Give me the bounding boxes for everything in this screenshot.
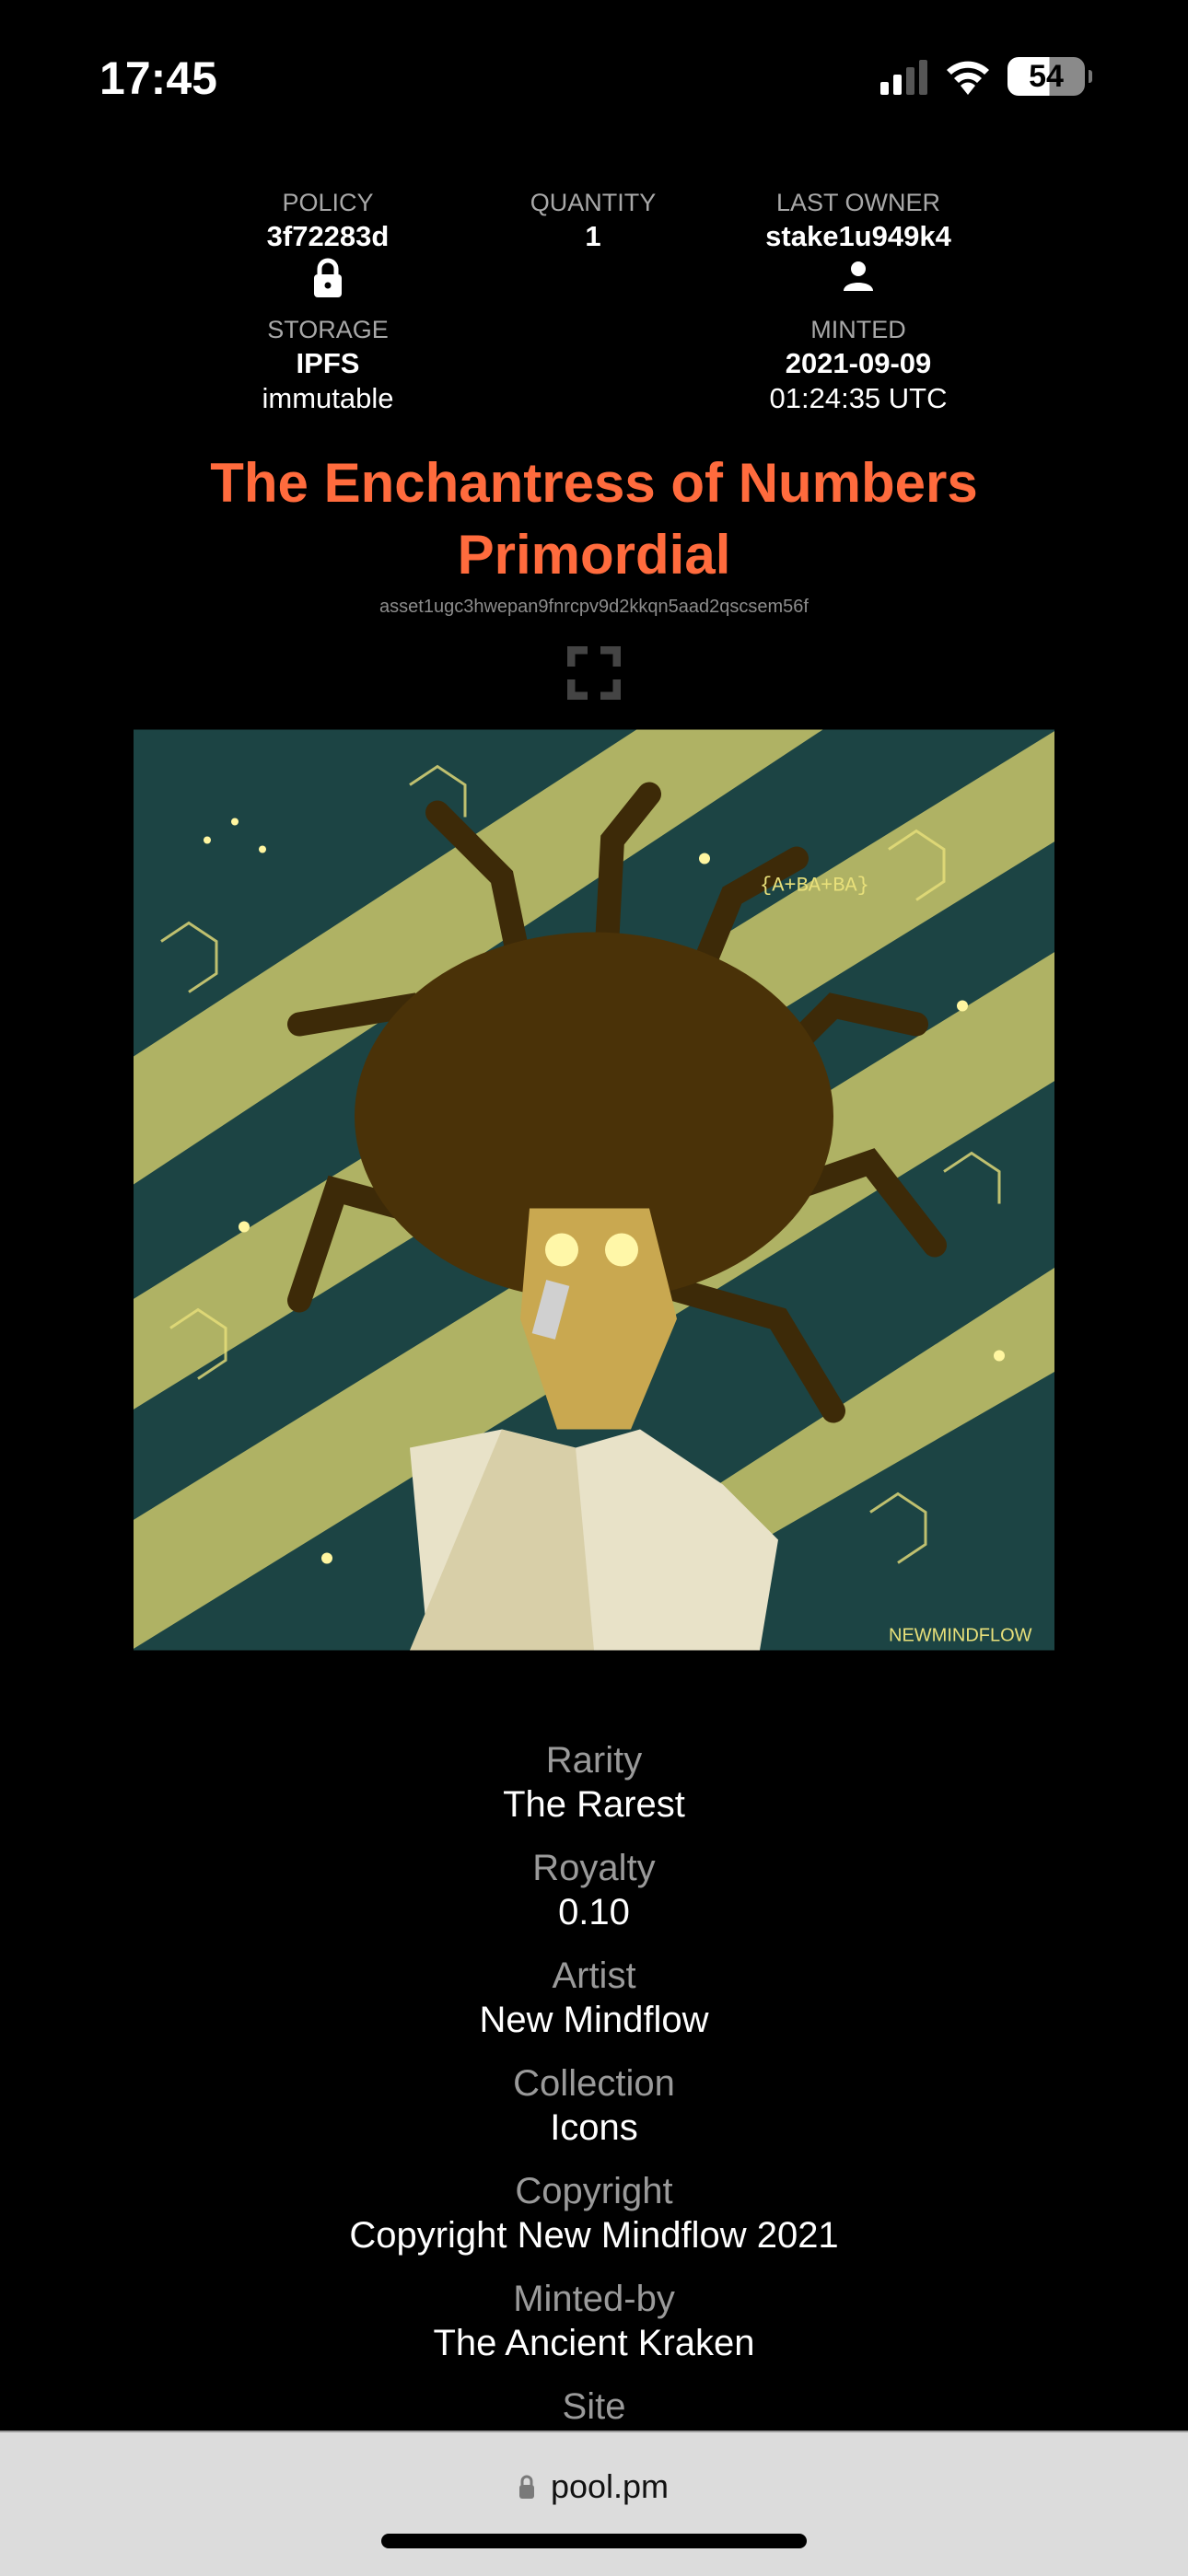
field-label: Minted-by xyxy=(513,2279,675,2319)
minted-time: 01:24:35 UTC xyxy=(769,382,948,414)
minted-block: MINTED 2021-09-09 01:24:35 UTC xyxy=(711,313,1006,416)
asset-title-line1: The Enchantress of Numbers xyxy=(210,452,978,514)
minted-date: 2021-09-09 xyxy=(785,347,932,379)
user-icon xyxy=(844,261,873,291)
field-label: Copyright xyxy=(515,2171,673,2211)
asset-title: The Enchantress of Numbers Primordial xyxy=(0,447,1188,591)
field-label: Artist xyxy=(552,1955,636,1996)
storage-label: STORAGE xyxy=(267,316,389,343)
storage-sub: immutable xyxy=(262,382,394,414)
lock-icon xyxy=(518,2475,534,2499)
asset-title-line2: Primordial xyxy=(457,524,731,586)
quantity-value: 1 xyxy=(585,220,601,252)
last-owner-value[interactable]: stake1u949k4 xyxy=(711,219,1006,254)
field-value: Copyright New Mindflow 2021 xyxy=(349,2215,839,2256)
field-rarity: Rarity The Rarest xyxy=(0,1738,1188,1846)
signal-icon xyxy=(880,60,927,95)
artwork-signature: NEWMINDFLOW xyxy=(889,1626,1032,1646)
policy-block[interactable]: POLICY 3f72283d xyxy=(181,186,475,303)
field-label: Collection xyxy=(513,2063,675,2104)
url-text[interactable]: pool.pm xyxy=(551,2467,669,2506)
asset-id: asset1ugc3hwepan9fnrcpv9d2kkqn5aad2qscse… xyxy=(379,597,809,617)
field-value: Icons xyxy=(550,2107,638,2148)
last-owner-block[interactable]: LAST OWNER stake1u949k4 xyxy=(711,186,1006,297)
artwork-image[interactable]: {A+BA+BA} NEWMINDFLOW xyxy=(134,729,1054,1651)
artwork-formula-text: {A+BA+BA} xyxy=(760,875,869,898)
fullscreen-icon[interactable] xyxy=(567,646,621,700)
field-collection: Collection Icons xyxy=(0,2061,1188,2169)
status-time: 17:45 xyxy=(99,52,217,104)
field-value: 0.10 xyxy=(558,1892,630,1932)
storage-block: STORAGE IPFS immutable xyxy=(181,313,475,416)
wifi-icon xyxy=(947,61,989,95)
home-indicator[interactable] xyxy=(381,2534,807,2548)
minted-label: MINTED xyxy=(810,316,906,343)
browser-address-bar[interactable]: pool.pm xyxy=(0,2431,1188,2576)
quantity-label: QUANTITY xyxy=(530,189,657,216)
storage-value: IPFS xyxy=(296,347,360,379)
field-value: The Ancient Kraken xyxy=(433,2323,755,2363)
lock-icon xyxy=(314,258,342,297)
policy-label: POLICY xyxy=(282,189,374,216)
quantity-block: QUANTITY 1 xyxy=(446,186,740,254)
field-copyright: Copyright Copyright New Mindflow 2021 xyxy=(0,2169,1188,2277)
field-royalty: Royalty 0.10 xyxy=(0,1846,1188,1954)
policy-value[interactable]: 3f72283d xyxy=(181,219,475,254)
field-minted-by: Minted-by The Ancient Kraken xyxy=(0,2277,1188,2385)
field-label: Site xyxy=(562,2386,626,2427)
field-artist: Artist New Mindflow xyxy=(0,1954,1188,2061)
field-value: New Mindflow xyxy=(479,2000,709,2040)
status-icons: 54 xyxy=(880,57,1092,96)
metadata-list: Rarity The Rarest Royalty 0.10 Artist New M… xyxy=(0,1738,1188,2492)
battery-icon: 54 xyxy=(1007,57,1092,96)
field-label: Rarity xyxy=(545,1740,643,1781)
last-owner-label: LAST OWNER xyxy=(775,189,941,216)
field-label: Royalty xyxy=(532,1848,656,1888)
field-value: The Rarest xyxy=(503,1784,685,1825)
